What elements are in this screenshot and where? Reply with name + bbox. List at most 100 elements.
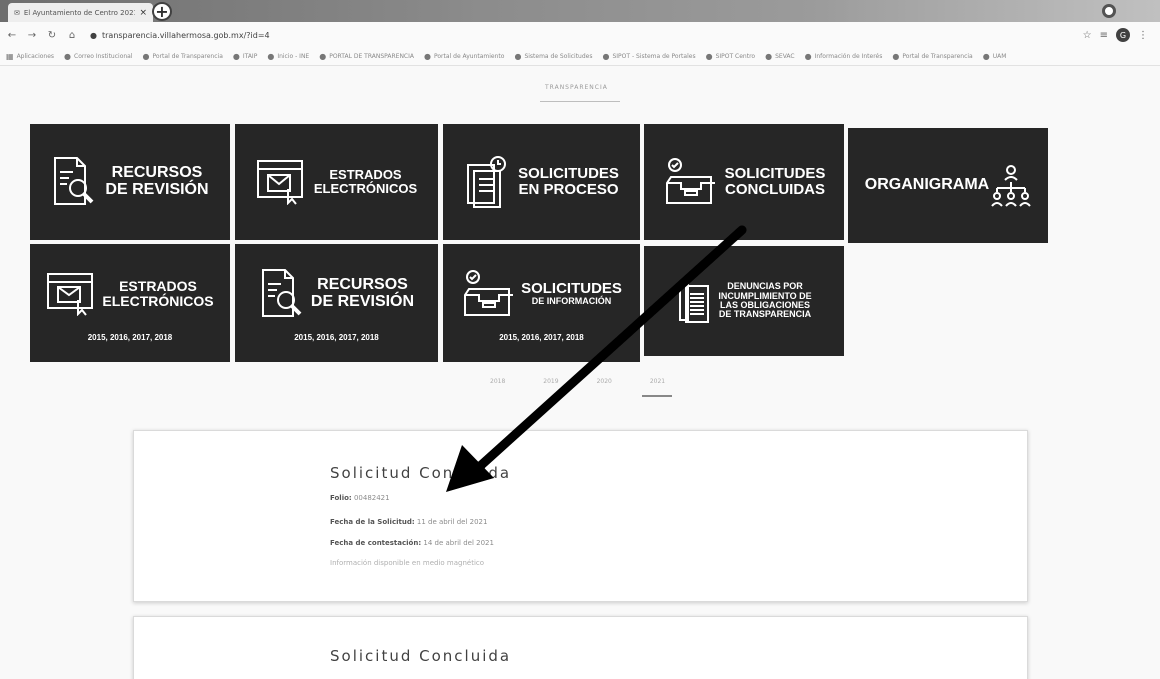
browser-window-mail-icon <box>256 160 303 205</box>
tile-organigrama[interactable]: ORGANIGRAMA <box>848 128 1048 243</box>
tile-years: 2015, 2016, 2017, 2018 <box>499 333 584 342</box>
tile-label-line2: DE REVISIÓN <box>105 181 209 198</box>
bookmark-icon: ▦ <box>6 52 14 61</box>
bookmark-icon: ● <box>765 52 773 61</box>
bookmark-label: Portal de Transparencia <box>902 53 973 60</box>
bookmark-item[interactable]: ● Portal de Transparencia <box>143 52 223 61</box>
tab-close-icon[interactable]: × <box>139 8 147 18</box>
inbox-check-icon <box>665 158 715 204</box>
tile-label-line1: ESTRADOS <box>119 278 197 295</box>
bookmark-label: Correo Institucional <box>74 53 133 60</box>
year-tab-2018[interactable]: 2018 <box>490 378 505 385</box>
bookmark-icon: ● <box>982 52 990 61</box>
bookmark-icon: ● <box>602 52 610 61</box>
profile-avatar[interactable]: G <box>1116 28 1130 42</box>
card-title: Solicitud Concluida <box>330 647 512 665</box>
extension-icon[interactable]: ≡ <box>1100 30 1108 41</box>
top-nav-item[interactable]: TRANSPARENCIA <box>545 84 608 91</box>
bookmark-label: Sistema de Solicitudes <box>524 53 593 60</box>
bookmark-label: UAM <box>992 53 1007 60</box>
tile-label-line2: ELECTRÓNICOS <box>313 181 418 196</box>
fecha-solicitud-label: Fecha de la Solicitud: <box>330 518 415 526</box>
bookmark-item[interactable]: ● Portal de Transparencia <box>892 52 972 61</box>
bookmark-item[interactable]: ● Sistema de Solicitudes <box>514 52 592 61</box>
reload-icon[interactable]: ↻ <box>46 30 58 41</box>
home-icon[interactable]: ⌂ <box>66 30 78 41</box>
year-tab-2021[interactable]: 2021 <box>650 378 665 385</box>
card-folio: Folio: 00482421 <box>330 494 390 502</box>
tile-years: 2015, 2016, 2017, 2018 <box>294 333 379 342</box>
tile-denuncias[interactable]: DENUNCIAS POR INCUMPLIMIENTO DE LAS OBLI… <box>644 246 844 356</box>
card-fecha-solicitud: Fecha de la Solicitud: 11 de abril del 2… <box>330 518 487 526</box>
tile-label-line2: ELECTRÓNICOS <box>102 293 214 309</box>
favicon-icon: ✉ <box>14 8 20 17</box>
tile-label-line1: RECURSOS <box>111 164 203 182</box>
tile-label-line1: SOLICITUDES <box>518 165 619 183</box>
year-tabs: 2018 2019 2020 2021 <box>490 378 665 385</box>
bookmark-label: Portal de Transparencia <box>152 53 223 60</box>
bookmark-icon: ● <box>319 52 327 61</box>
org-chart-icon <box>991 164 1031 207</box>
bookmark-item[interactable]: ● Portal de Ayuntamiento <box>424 52 504 61</box>
star-icon[interactable]: ☆ <box>1083 30 1092 41</box>
year-tab-2019[interactable]: 2019 <box>543 378 558 385</box>
bookmark-item[interactable]: ▦ Aplicaciones <box>6 52 54 61</box>
folio-label: Folio: <box>330 494 352 502</box>
new-tab-button[interactable]: + <box>152 2 172 21</box>
forward-icon[interactable]: → <box>26 30 38 41</box>
bookmark-icon: ● <box>514 52 522 61</box>
bookmark-label: SEVAC <box>775 53 795 60</box>
bookmark-item[interactable]: ● SIPOT Centro <box>706 52 756 61</box>
bookmark-icon: ● <box>804 52 812 61</box>
tile-label-line1: RECURSOS <box>317 276 408 294</box>
browser-tab[interactable]: ✉ El Ayuntamiento de Centro 2021 × <box>8 3 153 22</box>
solicitud-card: Solicitud Concluida <box>133 616 1028 679</box>
browser-window-mail-icon <box>47 273 94 316</box>
tile-solicitudes-concluidas[interactable]: SOLICITUDES CONCLUIDAS <box>644 124 844 240</box>
tile-estrados-historial[interactable]: ESTRADOS ELECTRÓNICOS 2015, 2016, 2017, … <box>30 244 230 362</box>
fecha-contestacion-value: 14 de abril del 2021 <box>423 539 494 547</box>
tile-label-line2: DE INFORMACIÓN <box>531 296 612 307</box>
bookmark-label: SIPOT - Sistema de Portales <box>612 53 696 60</box>
bookmark-item[interactable]: ● Información de Interés <box>805 52 883 61</box>
tab-title: El Ayuntamiento de Centro 2021 <box>23 8 136 17</box>
tile-label-line4: DE TRANSPARENCIA <box>718 309 812 320</box>
card-title: Solicitud Concluida <box>330 464 512 482</box>
menu-icon[interactable]: ⋮ <box>1138 30 1148 41</box>
lock-icon: ● <box>90 30 97 40</box>
bookmark-item[interactable]: ● PORTAL DE TRANSPARENCIA <box>319 52 414 61</box>
tile-recursos-revision[interactable]: RECURSOS DE REVISIÓN <box>30 124 230 240</box>
tile-solicitudes-proceso[interactable]: SOLICITUDES EN PROCESO <box>443 124 640 240</box>
bookmark-label: Aplicaciones <box>16 53 55 60</box>
tile-label-line2: DE REVISIÓN <box>310 293 415 310</box>
record-icon[interactable] <box>1102 4 1116 18</box>
year-tab-2020[interactable]: 2020 <box>597 378 612 385</box>
bookmark-item[interactable]: ● SIPOT - Sistema de Portales <box>602 52 695 61</box>
bookmark-label: ITAIP <box>242 53 258 60</box>
tile-label-line1: SOLICITUDES <box>521 280 622 298</box>
bookmark-item[interactable]: ● Inicio - INE <box>267 52 309 61</box>
tile-solicitudes-informacion[interactable]: SOLICITUDES DE INFORMACIÓN 2015, 2016, 2… <box>443 244 640 362</box>
card-info-link[interactable]: Información disponible en medio magnétic… <box>330 559 484 567</box>
document-search-icon <box>261 269 302 317</box>
bookmark-item[interactable]: ● ITAIP <box>233 52 257 61</box>
folio-value: 00482421 <box>353 494 390 502</box>
bookmark-item[interactable]: ● UAM <box>983 52 1007 61</box>
fecha-solicitud-value: 11 de abril del 2021 <box>416 518 488 526</box>
tile-estrados-electronicos[interactable]: ESTRADOS ELECTRÓNICOS <box>235 124 438 240</box>
scroll-document-icon <box>679 281 710 323</box>
bookmark-icon: ● <box>64 52 72 61</box>
bookmark-icon: ● <box>892 52 900 61</box>
back-icon[interactable]: ← <box>6 30 18 41</box>
solicitud-card: Solicitud Concluida Folio: 00482421 Fech… <box>133 430 1028 602</box>
bookmark-label: Inicio - INE <box>277 53 310 60</box>
tile-recursos-historial[interactable]: RECURSOS DE REVISIÓN 2015, 2016, 2017, 2… <box>235 244 438 362</box>
bookmark-item[interactable]: ● Correo Institucional <box>64 52 132 61</box>
browser-tab-bar: ✉ El Ayuntamiento de Centro 2021 × + <box>0 0 1160 22</box>
bookmark-item[interactable]: ● SEVAC <box>765 52 795 61</box>
address-bar[interactable]: ● transparencia.villahermosa.gob.mx/?id=… <box>86 26 1075 44</box>
tile-label-line2: CONCLUIDAS <box>725 181 825 198</box>
fecha-contestacion-label: Fecha de contestación: <box>330 539 422 547</box>
tile-label-line1: ESTRADOS <box>329 167 402 183</box>
top-nav-underline <box>540 101 620 102</box>
